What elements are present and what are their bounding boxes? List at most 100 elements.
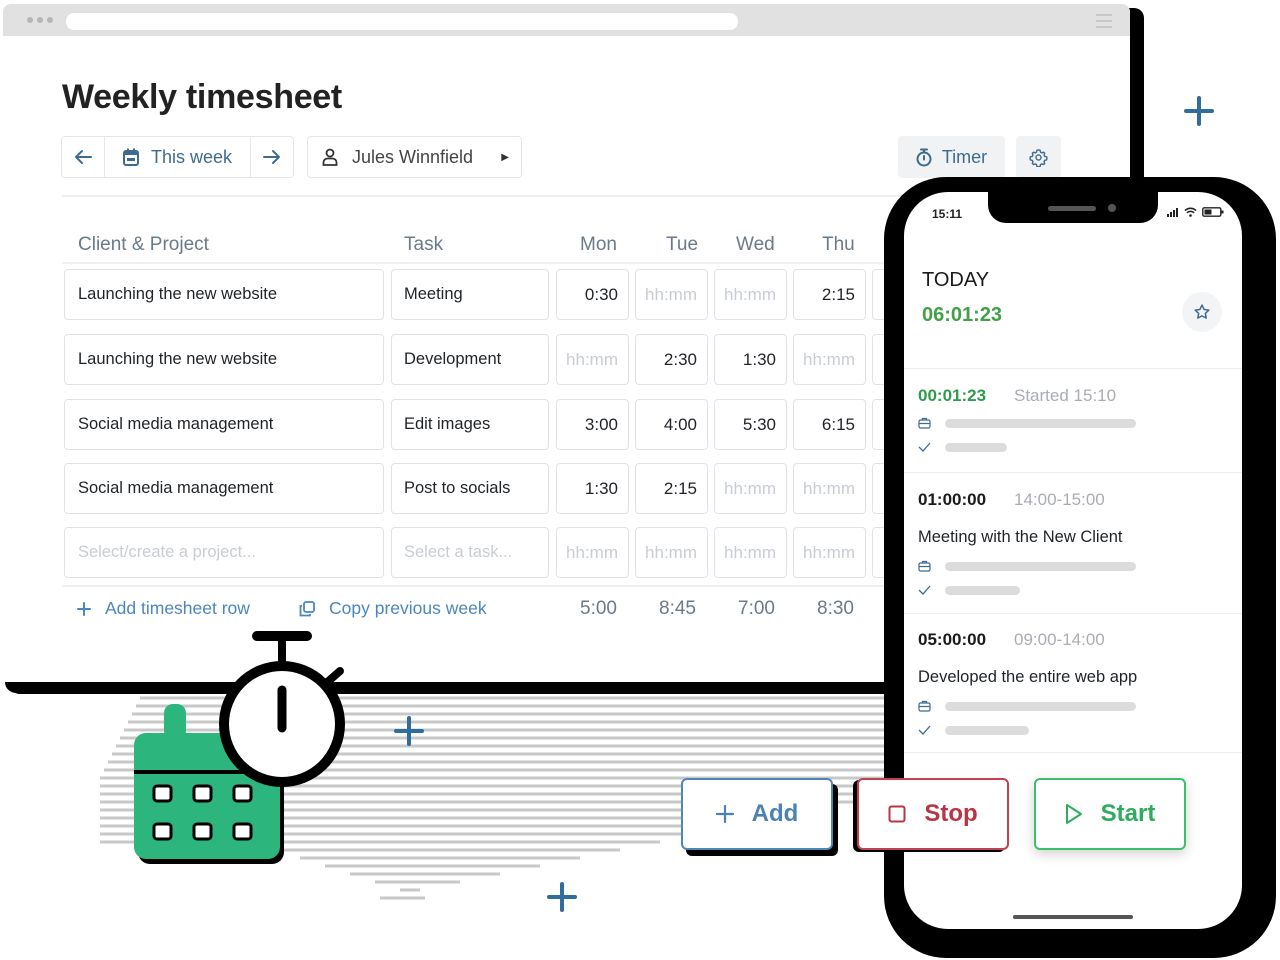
wifi-icon [1184, 207, 1197, 217]
signal-icon [1167, 207, 1178, 217]
time-value: 2:15 [663, 478, 697, 498]
time-input-thu[interactable]: 6:15 [793, 399, 866, 450]
time-input-mon[interactable]: 1:30 [556, 463, 629, 514]
project-select-input[interactable]: Select/create a project... [64, 527, 384, 578]
time-value: 2:30 [663, 349, 697, 369]
time-input-thu[interactable]: hh:mm [793, 463, 866, 514]
time-value: hh:mm [724, 478, 776, 498]
time-input-wed[interactable]: hh:mm [714, 463, 787, 514]
time-input-thu[interactable]: 2:15 [793, 269, 866, 320]
time-value: 6:15 [821, 414, 855, 434]
time-input-tue[interactable]: 4:00 [635, 399, 708, 450]
header-task: Task [404, 234, 444, 255]
briefcase-icon [918, 700, 931, 712]
home-indicator[interactable] [1013, 915, 1133, 919]
time-entry[interactable]: 00:01:23 Started 15:10 [904, 368, 1242, 472]
entry-project-row [918, 700, 1136, 712]
start-button[interactable]: Start [1034, 778, 1186, 850]
entry-task-row [918, 725, 1029, 735]
time-input-wed[interactable]: 5:30 [714, 399, 787, 450]
task-field[interactable]: Edit images [391, 399, 549, 450]
briefcase-icon [918, 560, 931, 572]
time-input-tue[interactable]: 2:15 [635, 463, 708, 514]
task-field[interactable]: Development [391, 334, 549, 385]
project-field[interactable]: Launching the new website [64, 269, 384, 320]
play-icon [1065, 804, 1082, 824]
time-value: hh:mm [724, 284, 776, 304]
time-input-thu[interactable]: hh:mm [793, 334, 866, 385]
time-input-mon[interactable]: 3:00 [556, 399, 629, 450]
plus-icon [77, 601, 91, 616]
time-entry[interactable]: 05:00:00 09:00-14:00 Developed the entir… [904, 613, 1242, 753]
time-value: 3:00 [584, 414, 618, 434]
user-selector[interactable]: Jules Winnfield ▶ [307, 136, 522, 178]
time-input-wed[interactable]: hh:mm [714, 269, 787, 320]
entry-project-row [918, 417, 1136, 429]
time-value: hh:mm [803, 349, 855, 369]
sparkle-icon [1184, 96, 1214, 126]
project-placeholder-bar [945, 418, 1136, 428]
time-input-mon[interactable]: hh:mm [556, 334, 629, 385]
task-select-input[interactable]: Select a task... [391, 527, 549, 578]
task-field[interactable]: Post to socials [391, 463, 549, 514]
entry-duration: 05:00:00 [918, 630, 987, 649]
header-wed: Wed [736, 234, 775, 255]
calendar-icon [122, 148, 139, 166]
favorite-button[interactable] [1182, 292, 1222, 332]
address-bar[interactable] [66, 13, 738, 30]
time-input-thu[interactable]: hh:mm [793, 527, 866, 578]
header-client-project: Client & Project [78, 234, 209, 255]
project-field[interactable]: Social media management [64, 463, 384, 514]
time-input-wed[interactable]: 1:30 [714, 334, 787, 385]
today-total: 06:01:23 [922, 304, 1003, 326]
entry-task-row [918, 442, 1007, 452]
stopwatch-icon [916, 148, 932, 166]
entry-task-row [918, 585, 1020, 595]
check-icon [918, 585, 931, 595]
entry-description: Meeting with the New Client [918, 528, 1123, 546]
time-value: 4:00 [663, 414, 697, 434]
time-value: 1:30 [584, 478, 618, 498]
camera [1108, 204, 1116, 212]
next-week-button[interactable] [251, 137, 293, 177]
total-thu: 8:30 [817, 598, 854, 619]
user-name: Jules Winnfield [352, 146, 474, 167]
time-input-mon[interactable]: hh:mm [556, 527, 629, 578]
add-timesheet-row-button[interactable]: Add timesheet row [77, 598, 250, 619]
arrow-left-icon [75, 150, 92, 164]
stop-icon [888, 805, 906, 823]
check-icon [918, 442, 931, 452]
this-week-button[interactable]: This week [104, 137, 251, 177]
prev-week-button[interactable] [62, 137, 104, 177]
arrow-right-icon [263, 150, 280, 164]
time-value: hh:mm [803, 478, 855, 498]
time-value: 1:30 [742, 349, 776, 369]
window-controls[interactable] [27, 17, 53, 23]
time-value: 0:30 [584, 284, 618, 304]
project-field[interactable]: Launching the new website [64, 334, 384, 385]
stop-button[interactable]: Stop [857, 778, 1009, 850]
time-input-mon[interactable]: 0:30 [556, 269, 629, 320]
time-value: 2:15 [821, 284, 855, 304]
time-input-tue[interactable]: hh:mm [635, 527, 708, 578]
project-field[interactable]: Social media management [64, 399, 384, 450]
menu-icon[interactable] [1096, 14, 1112, 28]
time-input-wed[interactable]: hh:mm [714, 527, 787, 578]
project-placeholder-bar [945, 561, 1136, 571]
total-mon: 5:00 [580, 598, 617, 619]
time-entry[interactable]: 01:00:00 14:00-15:00 Meeting with the Ne… [904, 472, 1242, 613]
browser-titlebar [3, 4, 1130, 36]
time-input-tue[interactable]: hh:mm [635, 269, 708, 320]
copy-previous-week-button[interactable]: Copy previous week [299, 598, 487, 619]
page-title: Weekly timesheet [62, 78, 342, 116]
settings-button[interactable] [1016, 136, 1061, 178]
task-field[interactable]: Meeting [391, 269, 549, 320]
task-placeholder-bar [945, 585, 1020, 595]
entry-duration: 01:00:00 [918, 490, 987, 509]
add-button[interactable]: Add [681, 778, 833, 850]
battery-icon [1202, 207, 1224, 217]
time-input-tue[interactable]: 2:30 [635, 334, 708, 385]
header-thu: Thu [822, 234, 855, 255]
copy-icon [299, 600, 315, 616]
timer-button[interactable]: Timer [898, 136, 1005, 178]
